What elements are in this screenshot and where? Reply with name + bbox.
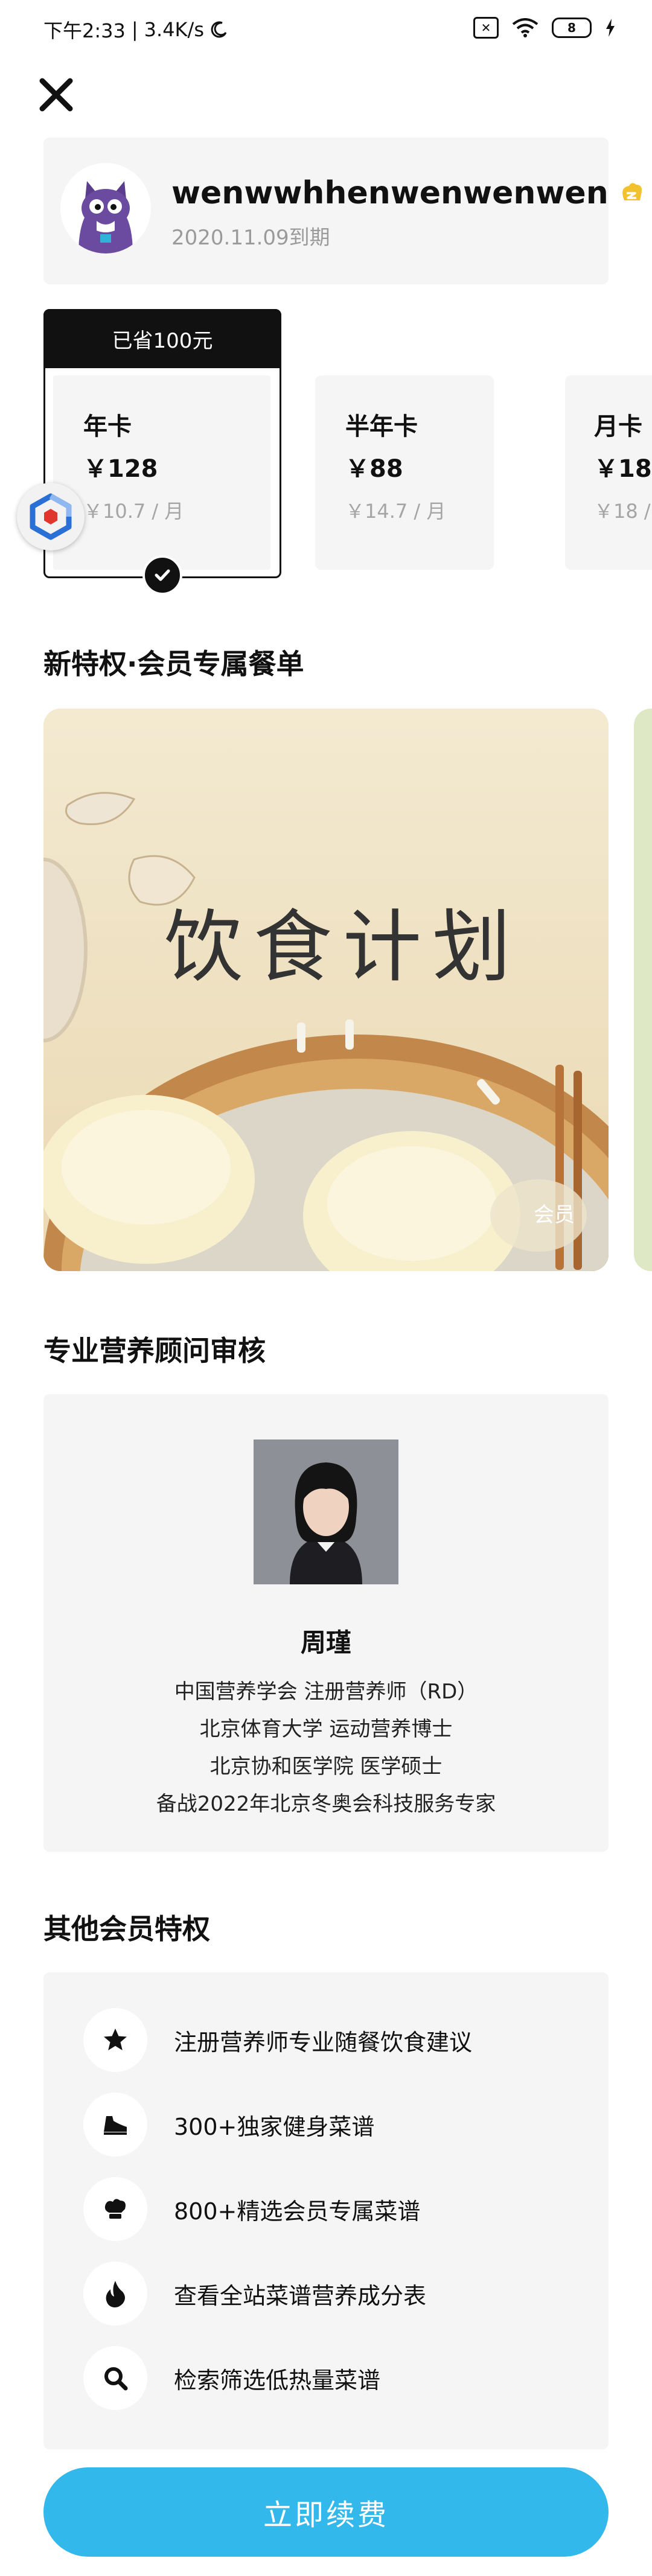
plan-price: ￥88 [345,455,403,483]
flame-icon [83,2262,147,2326]
plan-name: 年卡 [83,413,132,441]
plan-card-half-year[interactable]: 半年卡 ￥88 ￥14.7 / 月 [315,375,494,570]
nutritionist-photo [254,1439,398,1584]
moon-icon [211,21,227,38]
privilege-text: 300+独家健身菜谱 [174,2113,375,2140]
profile-card: wenwwhhenwenwenwen 2020.11.09到期 [43,138,642,284]
privilege-text: 注册营养师专业随餐饮食建议 [174,2029,473,2056]
vip-badge-icon [622,183,642,200]
banner-title: 饮食计划 [164,901,522,993]
privileges-card: 注册营养师专业随餐饮食建议 300+独家健身菜谱 800+精选会员专属菜谱 查看… [43,1972,609,2449]
plan-price: ￥128 [83,455,158,483]
nutritionist-name: 周瑾 [300,1628,351,1657]
status-right: ✕ 8 [473,17,616,39]
nutritionist-credential: 北京协和医学院 医学硕士 [209,1755,443,1779]
section-title-nutritionist: 专业营养顾问审核 [43,1334,266,1367]
meal-plan-banner[interactable]: 饮食计划 会员 [43,709,609,1271]
status-time: 下午2:33 [43,19,126,42]
close-icon [39,78,73,112]
hexagon-app-icon [30,493,72,540]
username-row: wenwwhhenwenwenwen [171,175,645,211]
floating-assistant-button[interactable] [17,483,85,550]
plan-price: ￥18 [594,455,652,483]
nutritionist-credential: 中国营养学会 注册营养师（RD） [174,1680,478,1704]
expire-date: 2020.11.09到期 [171,226,330,250]
member-tag: 会员 [534,1203,575,1227]
plan-per-month: ￥14.7 / 月 [345,500,446,523]
privilege-item: 检索筛选低热量菜谱 [83,2345,380,2411]
plan-per-month: ￥10.7 / 月 [83,500,184,523]
chef-hat-icon [83,2177,147,2241]
avatar [60,163,151,253]
privilege-item: 300+独家健身菜谱 [83,2092,374,2157]
privilege-text: 检索筛选低热量菜谱 [174,2367,381,2394]
plan-name: 月卡 [594,413,642,441]
portrait-image [254,1439,398,1584]
check-icon [142,555,182,593]
section-title-privileges: 其他会员特权 [43,1913,210,1945]
savings-badge: 已省100元 [43,309,281,368]
privilege-item: 800+精选会员专属菜谱 [83,2176,420,2242]
battery-icon: 8 [552,18,592,38]
plan-card-yearly[interactable]: 已省100元 年卡 ￥128 ￥10.7 / 月 [43,309,281,593]
next-banner-peek[interactable] [634,709,652,1271]
nutritionist-credential: 备战2022年北京冬奥会科技服务专家 [156,1792,496,1816]
cat-avatar-icon [60,163,151,253]
plan-name: 半年卡 [345,413,418,441]
plan-list[interactable]: 已省100元 年卡 ￥128 ￥10.7 / 月 半年卡 ￥88 ￥14.7 /… [0,309,652,593]
wifi-icon [512,18,539,37]
plan-per-month: ￥18 / 月 [594,500,652,523]
nutritionist-card: 周瑾 中国营养学会 注册营养师（RD） 北京体育大学 运动营养博士 北京协和医学… [43,1394,609,1852]
no-sim-icon: ✕ [473,17,499,39]
renew-button[interactable]: 立即续费 [43,2467,609,2557]
privilege-item: 注册营养师专业随餐饮食建议 [83,2007,472,2073]
status-bar: 下午2:33 | 3.4K/s ✕ 8 [0,0,652,60]
close-button[interactable] [35,74,77,116]
network-speed: 3.4K/s [144,18,204,41]
privilege-item: 查看全站菜谱营养成分表 [83,2261,426,2326]
status-left: 下午2:33 | 3.4K/s [43,16,228,43]
search-icon [83,2346,147,2410]
nutritionist-credential: 北京体育大学 运动营养博士 [199,1717,453,1741]
privilege-text: 查看全站菜谱营养成分表 [174,2282,427,2309]
section-title-menu: 新特权·会员专属餐单 [43,648,304,680]
shoe-icon [83,2093,147,2157]
plan-card-monthly[interactable]: 月卡 ￥18 ￥18 / 月 [565,375,652,570]
star-icon [83,2008,147,2072]
privilege-text: 800+精选会员专属菜谱 [174,2198,421,2225]
charging-icon [606,19,615,37]
plan-card-body: 年卡 ￥128 ￥10.7 / 月 [53,375,270,570]
username: wenwwhhenwenwenwen [171,175,609,211]
